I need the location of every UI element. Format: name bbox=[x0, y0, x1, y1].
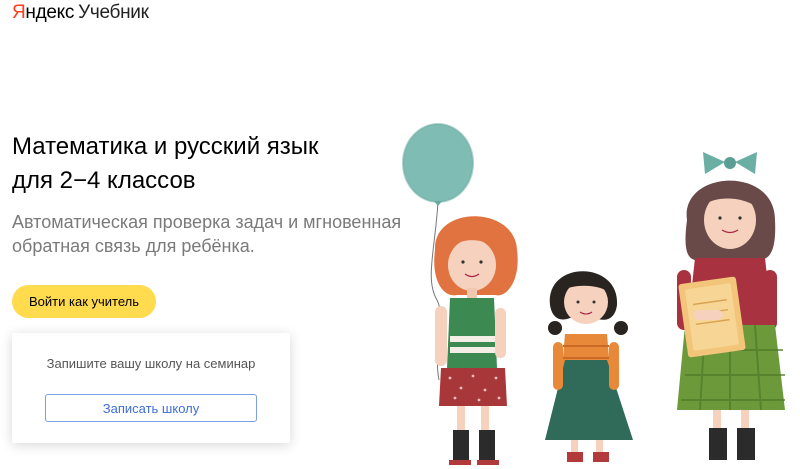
girl-with-notebook bbox=[677, 152, 785, 460]
page-subtitle: Автоматическая проверка задач и мгновенн… bbox=[12, 210, 402, 258]
girl-dark-hair bbox=[545, 271, 633, 462]
children-illustration bbox=[402, 123, 785, 465]
page-title-line1: Математика и русский язык bbox=[12, 133, 319, 160]
page-subtitle-line2: обратная связь для ребёнка. bbox=[12, 236, 255, 256]
page-subtitle-line1: Автоматическая проверка задач и мгновенн… bbox=[12, 212, 402, 232]
logo-product: Учебник bbox=[78, 2, 149, 23]
girl-red-hair bbox=[434, 216, 518, 465]
login-as-teacher-button[interactable]: Войти как учитель bbox=[12, 285, 156, 318]
page-title: Математика и русский язык для 2−4 классо… bbox=[12, 130, 392, 198]
register-school-button[interactable]: Записать школу bbox=[45, 394, 257, 422]
yandex-uchebnik-logo[interactable]: Яндекс Учебник bbox=[12, 2, 149, 24]
seminar-signup-card: Запишите вашу школу на семинар Записать … bbox=[12, 333, 290, 443]
seminar-prompt: Запишите вашу школу на семинар bbox=[46, 356, 256, 371]
logo-brand: Яндекс bbox=[12, 2, 75, 23]
page-title-line2: для 2−4 классов bbox=[12, 167, 196, 194]
